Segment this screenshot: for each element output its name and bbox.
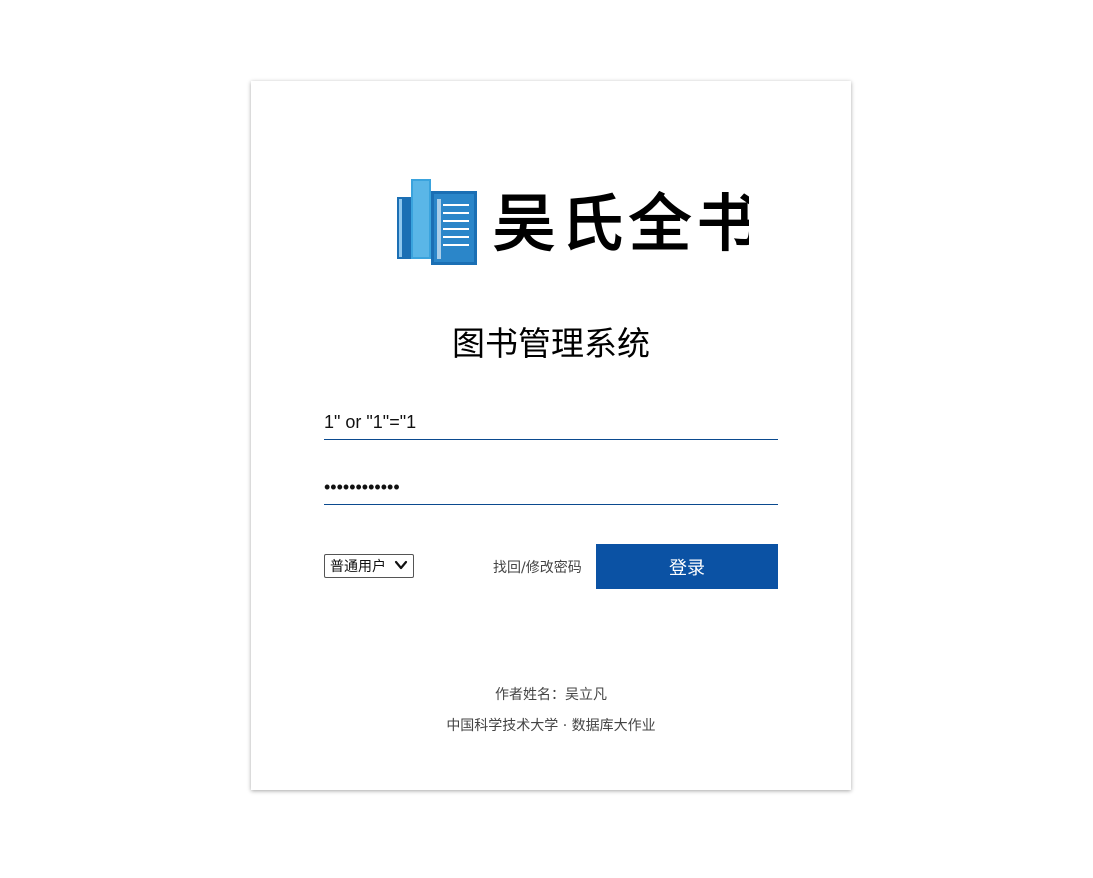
login-button[interactable]: 登录: [596, 544, 778, 589]
role-selected-label: 普通用户: [330, 559, 386, 575]
brand-logo: 吴氏全书: [397, 179, 749, 265]
password-input[interactable]: [324, 471, 778, 505]
login-card: 吴氏全书 图书管理系统 普通用户 找回/修改密码 登录 作者姓名：吴立凡 中国科…: [251, 81, 851, 790]
forgot-password-link[interactable]: 找回/修改密码: [493, 557, 582, 577]
brand-text: 吴氏全书: [493, 187, 749, 260]
page-title: 图书管理系统: [452, 324, 650, 363]
username-input[interactable]: [324, 406, 778, 440]
author-text: 作者姓名：吴立凡: [495, 687, 607, 703]
chevron-down-icon: [394, 560, 408, 570]
role-select[interactable]: 普通用户: [324, 554, 414, 578]
books-icon: [397, 179, 477, 265]
school-text: 中国科学技术大学 · 数据库大作业: [446, 718, 656, 734]
